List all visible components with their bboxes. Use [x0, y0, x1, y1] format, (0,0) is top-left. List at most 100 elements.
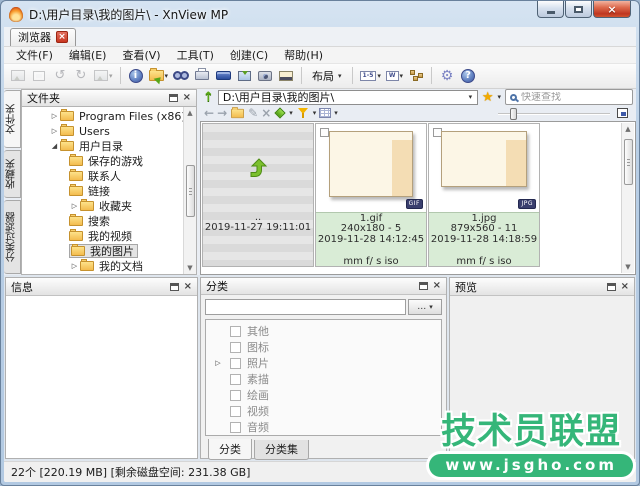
fullscreen-button[interactable] — [29, 65, 49, 87]
view-grid-icon[interactable] — [319, 108, 331, 118]
checkbox-icon[interactable] — [230, 422, 241, 433]
close-panel-icon[interactable]: × — [183, 93, 191, 103]
tab-close-icon[interactable]: × — [56, 31, 68, 43]
menu-file[interactable]: 文件(F) — [8, 46, 61, 64]
menu-create[interactable]: 创建(C) — [222, 46, 276, 64]
delete-icon[interactable]: × — [261, 107, 271, 119]
sidebar-tab-category-filter[interactable]: 分类过滤器 — [4, 200, 21, 274]
help-button[interactable]: ? — [458, 65, 478, 87]
slideshow-button[interactable] — [276, 65, 296, 87]
float-panel-icon[interactable] — [169, 94, 178, 102]
fit-icon[interactable] — [617, 108, 628, 118]
category-item[interactable]: ▷照片 — [206, 355, 441, 371]
thumbnail-1jpg[interactable]: JPG 1.jpg 879x560 - 11 2019-11-28 14:18:… — [428, 123, 540, 267]
checkbox-icon[interactable] — [230, 326, 241, 337]
tree-item[interactable]: ▷Program Files (x86) — [22, 109, 196, 124]
thumbnail-checkbox[interactable] — [320, 128, 329, 137]
print-button[interactable] — [192, 65, 212, 87]
thumbnail-size-slider[interactable] — [498, 107, 610, 120]
category-item[interactable]: 其他 — [206, 323, 441, 339]
convert-button[interactable]: ▾ — [92, 65, 115, 87]
rotate-right-button[interactable]: ↻ — [71, 65, 91, 87]
search-button[interactable] — [171, 65, 191, 87]
rotate-left-button[interactable]: ↺ — [50, 65, 70, 87]
tab-browser[interactable]: 浏览器 × — [10, 28, 76, 46]
scroll-down-icon[interactable]: ▼ — [625, 261, 630, 273]
thumbnail-parent-dir[interactable]: .. 2019-11-27 19:11:01 — [202, 123, 314, 267]
expander-icon[interactable]: ▷ — [49, 127, 60, 135]
back-icon[interactable]: ← — [204, 107, 214, 119]
scroll-up-icon[interactable]: ▲ — [187, 107, 192, 119]
camera-button[interactable] — [255, 65, 275, 87]
scrollbar-thumb[interactable] — [186, 165, 195, 217]
thumbnail-scrollbar[interactable]: ▲ ▼ — [621, 123, 634, 274]
category-filter-input[interactable] — [205, 299, 406, 315]
sidebar-tab-favorites[interactable]: 收藏夹 — [4, 150, 21, 198]
close-panel-icon[interactable]: × — [433, 281, 441, 291]
sidebar-tab-folders[interactable]: 文件夹 — [4, 90, 21, 148]
folder-up-icon[interactable] — [231, 108, 244, 117]
expander-icon[interactable]: ▷ — [49, 112, 60, 120]
tree-item[interactable]: 我的视频 — [22, 229, 196, 244]
category-item[interactable]: 图标 — [206, 339, 441, 355]
layout-button[interactable]: 布局▾ — [307, 66, 347, 86]
tree-scrollbar[interactable]: ▲ ▼ — [183, 107, 196, 275]
rename-icon[interactable]: ✎ — [248, 107, 258, 119]
path-combobox[interactable]: D:\用户目录\我的图片\ ▾ — [218, 90, 478, 105]
menu-view[interactable]: 查看(V) — [114, 46, 168, 64]
path-dropdown-icon[interactable]: ▾ — [464, 93, 477, 101]
tree-item[interactable]: 保存的游戏 — [22, 154, 196, 169]
workspace-button[interactable] — [406, 65, 426, 87]
expander-icon[interactable]: ▷ — [69, 202, 80, 210]
maximize-button[interactable] — [565, 1, 592, 18]
capture-button[interactable] — [234, 65, 254, 87]
thumbnail-pane[interactable]: .. 2019-11-27 19:11:01 GIF 1 — [200, 121, 636, 276]
float-panel-icon[interactable] — [419, 282, 428, 290]
scan-button[interactable] — [213, 65, 233, 87]
filter-icon[interactable] — [297, 108, 309, 118]
slider-knob[interactable] — [510, 108, 517, 120]
menu-help[interactable]: 帮助(H) — [276, 46, 331, 64]
scroll-up-icon[interactable]: ▲ — [625, 123, 630, 135]
expander-icon[interactable]: ▷ — [213, 359, 223, 367]
menu-edit[interactable]: 编辑(E) — [61, 46, 115, 64]
thumbnail-1gif[interactable]: GIF 1.gif 240x180 - 5 2019-11-28 14:12:4… — [315, 123, 427, 267]
checkbox-icon[interactable] — [230, 374, 241, 385]
tab-category-sets[interactable]: 分类集 — [254, 440, 309, 460]
sort-button[interactable]: 1-5▾ — [358, 65, 383, 87]
minimize-button[interactable] — [537, 1, 564, 18]
close-panel-icon[interactable]: × — [621, 282, 629, 292]
forward-icon[interactable]: → — [217, 107, 227, 119]
sort-mode-icon[interactable] — [275, 107, 286, 118]
category-item[interactable]: 视频 — [206, 403, 441, 419]
category-item[interactable]: 素描 — [206, 371, 441, 387]
category-item[interactable]: 音频 — [206, 419, 441, 435]
tree-item-selected[interactable]: 我的图片 — [22, 244, 196, 259]
expander-icon[interactable]: ◢ — [49, 142, 60, 150]
filter-dropdown-icon[interactable]: ▾ — [313, 109, 317, 117]
favorites-star-icon[interactable]: ★ — [482, 90, 494, 105]
category-browse-button[interactable]: … ▾ — [408, 299, 442, 315]
checkbox-icon[interactable] — [230, 406, 241, 417]
checkbox-icon[interactable] — [230, 390, 241, 401]
open-folder-button[interactable]: ▾ — [147, 65, 171, 87]
view-button[interactable] — [8, 65, 28, 87]
expander-icon[interactable]: ▷ — [69, 262, 80, 270]
tree-item[interactable]: ▷我的文档 — [22, 259, 196, 274]
favorites-dropdown-icon[interactable]: ▾ — [497, 93, 501, 101]
view-mode-button[interactable]: W▾ — [384, 65, 405, 87]
close-panel-icon[interactable]: × — [184, 282, 192, 292]
scroll-down-icon[interactable]: ▼ — [187, 262, 192, 274]
sort-dropdown-icon[interactable]: ▾ — [289, 109, 293, 117]
menu-tools[interactable]: 工具(T) — [169, 46, 222, 64]
tree-item[interactable]: 链接 — [22, 184, 196, 199]
tree-item[interactable]: ◢用户目录 — [22, 139, 196, 154]
tree-item[interactable]: 联系人 — [22, 169, 196, 184]
view-dropdown-icon[interactable]: ▾ — [334, 109, 338, 117]
tree-item[interactable]: ▷Users — [22, 124, 196, 139]
close-button[interactable]: × — [593, 1, 631, 18]
category-item[interactable]: 绘画 — [206, 387, 441, 403]
checkbox-icon[interactable] — [230, 358, 241, 369]
tree-item[interactable]: 搜索 — [22, 214, 196, 229]
quick-search-box[interactable] — [505, 89, 633, 105]
